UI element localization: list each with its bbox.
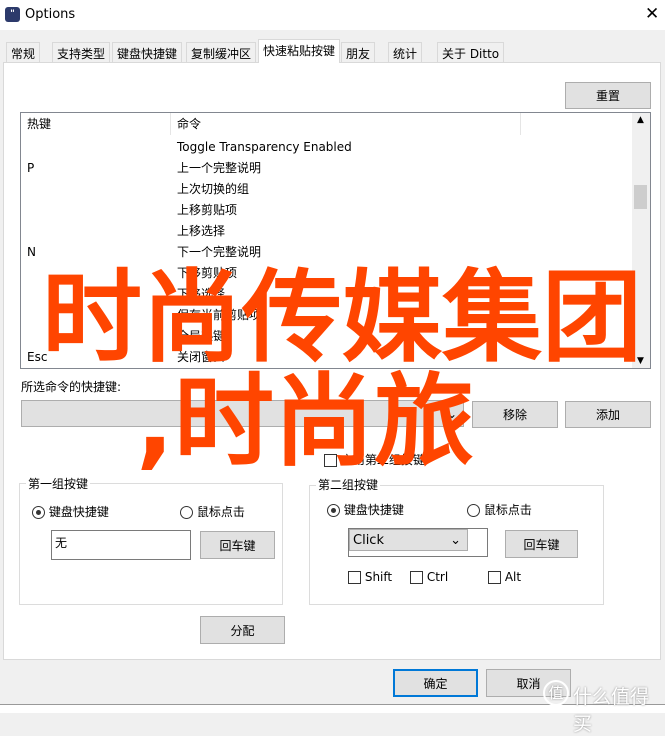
shift-label: Shift — [364, 570, 393, 584]
tab-keyboard-shortcuts[interactable]: 键盘快捷键 — [112, 42, 183, 62]
window-title: Options — [25, 7, 76, 22]
overlay-text-line2: ,时尚旅 — [136, 363, 474, 480]
shift-checkbox[interactable]: Shift — [348, 570, 392, 584]
scrollbar-thumb[interactable] — [634, 185, 647, 209]
group1-radio-keyboard[interactable]: 键盘快捷键 — [32, 503, 109, 520]
command-cell: 上移剪贴项 — [177, 203, 238, 217]
group2-click-combo[interactable]: Click ⌄ — [349, 529, 468, 551]
assign-button[interactable]: 分配 — [200, 616, 285, 644]
overlay-text-line1: 时尚传媒集团 — [42, 259, 642, 376]
group2-enter-button[interactable]: 回车键 — [505, 530, 578, 558]
group1-key-input[interactable]: 无 — [51, 530, 191, 560]
add-button[interactable]: 添加 — [565, 401, 651, 428]
tab-friends[interactable]: 朋友 — [341, 42, 376, 62]
list-row[interactable]: Toggle Transparency Enabled — [21, 137, 633, 158]
command-cell: Toggle Transparency Enabled — [177, 140, 352, 154]
column-header-hotkey[interactable]: 热键 — [21, 113, 171, 135]
close-icon[interactable]: ✕ — [645, 4, 659, 24]
command-cell: 上移选择 — [177, 224, 226, 238]
group1-radio-mouse[interactable]: 鼠标点击 — [180, 503, 245, 520]
radio-label: 键盘快捷键 — [48, 505, 109, 519]
command-cell: 上一个完整说明 — [177, 161, 262, 175]
list-row[interactable]: 上移选择 — [21, 221, 633, 242]
ctrl-checkbox[interactable]: Ctrl — [410, 570, 448, 584]
list-row[interactable]: 上移剪贴项 — [21, 200, 633, 221]
scroll-up-icon[interactable]: ▲ — [637, 115, 644, 125]
group2-radio-keyboard[interactable]: 键盘快捷键 — [327, 501, 404, 518]
tab-supported-types[interactable]: 支持类型 — [52, 42, 111, 62]
list-row[interactable]: P 上一个完整说明 — [21, 158, 633, 179]
column-header-command[interactable]: 命令 — [171, 113, 521, 135]
title-bar — [0, 0, 665, 30]
alt-label: Alt — [504, 570, 522, 584]
combo-value: Click — [353, 532, 384, 548]
hotkey-cell: N — [27, 245, 36, 259]
command-cell: 上次切换的组 — [177, 182, 250, 196]
tab-copy-buffers[interactable]: 复制缓冲区 — [186, 42, 257, 62]
remove-button[interactable]: 移除 — [472, 401, 558, 428]
ctrl-label: Ctrl — [426, 570, 449, 584]
tab-general[interactable]: 常规 — [6, 42, 41, 62]
watermark-text: 什么值得买 — [573, 686, 650, 735]
alt-checkbox[interactable]: Alt — [488, 570, 521, 584]
hotkey-cell: P — [27, 161, 35, 175]
radio-label: 键盘快捷键 — [343, 503, 404, 517]
tab-stats[interactable]: 统计 — [388, 42, 423, 62]
background-strip — [0, 704, 665, 713]
group1-title: 第一组按键 — [26, 475, 91, 492]
list-row[interactable]: 上次切换的组 — [21, 179, 633, 200]
tab-quick-paste-keys[interactable]: 快速粘贴按键 — [258, 39, 341, 63]
reset-button[interactable]: 重置 — [565, 82, 651, 109]
chevron-down-icon: ⌄ — [450, 532, 461, 548]
tab-about[interactable]: 关于 Ditto — [437, 42, 505, 62]
ok-button[interactable]: 确定 — [393, 669, 478, 697]
ditto-app-icon: " — [5, 7, 20, 22]
radio-label: 鼠标点击 — [196, 505, 245, 519]
radio-label: 鼠标点击 — [483, 503, 532, 517]
group2-radio-mouse[interactable]: 鼠标点击 — [467, 501, 532, 518]
group1-enter-button[interactable]: 回车键 — [200, 531, 275, 559]
smzdm-logo-icon: 值 — [543, 680, 569, 706]
selected-shortcut-label: 所选命令的快捷键: — [21, 380, 122, 394]
